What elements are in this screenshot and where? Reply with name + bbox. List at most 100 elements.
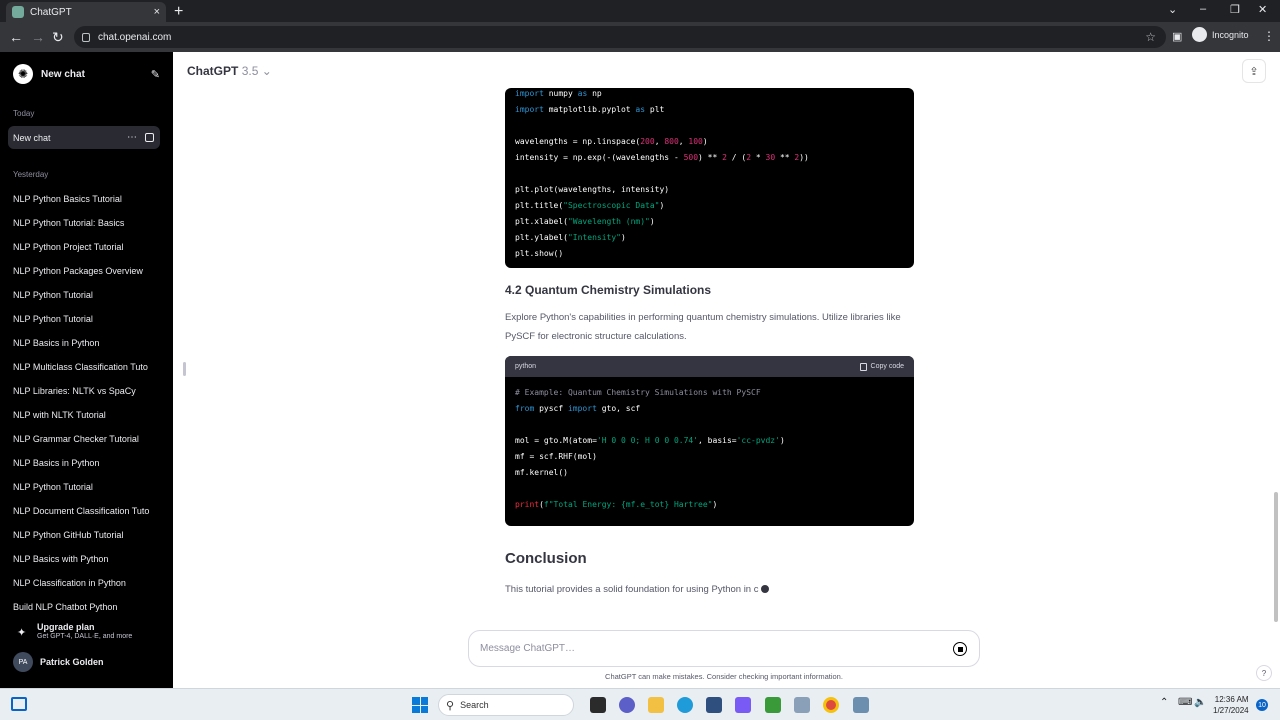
help-button[interactable]: ? xyxy=(1256,665,1272,681)
chat-main: ChatGPT 3.5 ⌄ ⇪ import numpy as np impor… xyxy=(173,52,1280,688)
code-line: print(f"Total Energy: {mf.e_tot} Hartree… xyxy=(515,500,718,509)
conclusion-heading: Conclusion xyxy=(505,550,587,567)
edit-icon[interactable]: ✎ xyxy=(151,68,160,81)
code-header: python Copy code xyxy=(505,356,914,377)
chat-history-item[interactable]: NLP Basics with Python xyxy=(13,552,153,576)
code-language-label: python xyxy=(515,363,537,370)
chat-history-item[interactable]: NLP Python GitHub Tutorial xyxy=(13,528,153,552)
terminal-icon[interactable] xyxy=(590,697,606,713)
tab-close-icon[interactable]: × xyxy=(154,6,160,18)
new-tab-button[interactable]: + xyxy=(174,3,183,21)
share-button[interactable]: ⇪ xyxy=(1242,59,1266,83)
clipboard-icon xyxy=(859,362,867,371)
search-icon: ⚲ xyxy=(446,699,455,712)
spreadsheet-app-icon[interactable] xyxy=(765,697,781,713)
edge-browser-icon[interactable] xyxy=(677,697,693,713)
chat-history-item[interactable]: NLP Libraries: NLTK vs SpaCy xyxy=(13,384,153,408)
browser-toolbar: ← → ↻ chat.openai.com ☆ ▣ Incognito ⋮ xyxy=(0,22,1280,52)
system-clock[interactable]: 12:36 AM 1/27/2024 xyxy=(1213,694,1249,716)
active-chat-label: New chat xyxy=(13,132,51,143)
scrollbar[interactable] xyxy=(1274,492,1278,622)
chevron-down-icon: ⌄ xyxy=(261,64,272,78)
chat-history-item[interactable]: NLP with NLTK Tutorial xyxy=(13,408,153,432)
drawing-app-icon[interactable] xyxy=(794,697,810,713)
clock-time: 12:36 AM xyxy=(1214,695,1249,704)
chat-history-item[interactable]: NLP Multiclass Classification Tuto xyxy=(13,360,153,384)
search-label: Search xyxy=(460,700,489,710)
archive-icon[interactable] xyxy=(145,133,154,142)
user-menu[interactable]: PA Patrick Golden xyxy=(13,652,104,672)
code-line: import matplotlib.pyplot as plt xyxy=(515,105,665,114)
minimize-icon[interactable]: – xyxy=(1200,3,1206,15)
volume-icon[interactable]: 🔈 xyxy=(1194,697,1206,708)
back-icon[interactable]: ← xyxy=(9,29,23,45)
model-version: 3.5 xyxy=(241,64,259,78)
clock-date: 1/27/2024 xyxy=(1213,706,1249,715)
code-line: plt.show() xyxy=(515,249,564,258)
notification-badge[interactable]: 10 xyxy=(1256,699,1268,711)
copy-code-label: Copy code xyxy=(870,363,904,370)
reload-icon[interactable]: ↻ xyxy=(52,29,64,46)
code-line: # Example: Quantum Chemistry Simulations… xyxy=(515,388,761,397)
model-name: ChatGPT xyxy=(187,64,239,78)
chat-history-item[interactable]: NLP Python Tutorial xyxy=(13,480,153,504)
model-selector[interactable]: ChatGPT 3.5 ⌄ xyxy=(187,64,272,78)
chat-history-item[interactable]: NLP Python Tutorial xyxy=(13,288,153,312)
chat-history-item[interactable]: Build NLP Chatbot Python xyxy=(13,600,153,624)
chat-history-item[interactable]: NLP Basics in Python xyxy=(13,456,153,480)
chat-history-item[interactable]: NLP Basics in Python xyxy=(13,336,153,360)
tab-search-chevron-icon[interactable]: ⌄ xyxy=(1168,3,1177,16)
browser-tab-strip: ChatGPT × + ⌄ – ❐ ✕ xyxy=(0,0,1280,22)
tray-chevron-up-icon[interactable]: ⌃ xyxy=(1160,697,1168,708)
upgrade-plan-button[interactable]: ✦ Upgrade plan Get GPT-4, DALL·E, and mo… xyxy=(17,622,132,640)
chat-history-item[interactable]: NLP Python Project Tutorial xyxy=(13,240,153,264)
close-window-icon[interactable]: ✕ xyxy=(1258,3,1267,16)
restore-icon[interactable]: ❐ xyxy=(1230,3,1240,16)
chat-history-item[interactable]: NLP Grammar Checker Tutorial xyxy=(13,432,153,456)
conclusion-text-content: This tutorial provides a solid foundatio… xyxy=(505,584,759,595)
sparkle-icon: ✦ xyxy=(17,627,27,639)
chat-history-item[interactable]: NLP Python Tutorial: Basics xyxy=(13,216,153,240)
copy-code-button[interactable]: Copy code xyxy=(859,362,904,371)
taskbar-search[interactable]: ⚲ Search xyxy=(438,694,574,716)
side-panel-icon[interactable]: ▣ xyxy=(1172,30,1182,43)
chat-history-item[interactable]: NLP Python Basics Tutorial xyxy=(13,192,153,216)
url-text: chat.openai.com xyxy=(98,31,172,43)
browser-menu-icon[interactable]: ⋮ xyxy=(1263,29,1275,43)
chat-history-item[interactable]: NLP Python Tutorial xyxy=(13,312,153,336)
file-explorer-icon[interactable] xyxy=(648,697,664,713)
code-block-numpy: import numpy as np import matplotlib.pyp… xyxy=(505,88,914,268)
site-info-icon[interactable] xyxy=(82,32,90,42)
forward-icon[interactable]: → xyxy=(31,29,45,45)
section-heading: 4.2 Quantum Chemistry Simulations xyxy=(505,283,712,297)
incognito-label: Incognito xyxy=(1212,29,1249,40)
windows-start-icon[interactable] xyxy=(412,697,428,713)
sidebar-toggle-handle[interactable] xyxy=(183,362,186,376)
browser-tab[interactable]: ChatGPT × xyxy=(6,2,166,22)
chat-history-item[interactable]: NLP Classification in Python xyxy=(13,576,153,600)
active-chat-item[interactable]: New chat ⋯ xyxy=(8,126,160,149)
stop-generating-button[interactable] xyxy=(953,642,967,656)
message-input-placeholder[interactable]: Message ChatGPT… xyxy=(480,643,575,654)
chat-history-item[interactable]: NLP Document Classification Tuto xyxy=(13,504,153,528)
code-line: plt.title("Spectroscopic Data") xyxy=(515,201,665,210)
vpn-app-icon[interactable] xyxy=(735,697,751,713)
bookmark-star-icon[interactable]: ☆ xyxy=(1145,30,1156,44)
chrome-icon[interactable] xyxy=(823,697,839,713)
store-icon[interactable] xyxy=(706,697,722,713)
new-chat-button[interactable]: ✺ New chat ✎ xyxy=(8,62,160,86)
incognito-indicator[interactable]: Incognito xyxy=(1192,27,1249,42)
network-icon[interactable]: ⌨ xyxy=(1178,697,1192,708)
chat-history-item[interactable]: NLP Python Packages Overview xyxy=(13,264,153,288)
stop-icon xyxy=(957,646,963,652)
taskview-icon[interactable] xyxy=(11,697,27,711)
section-paragraph: Explore Python's capabilities in perform… xyxy=(505,312,901,342)
more-options-icon[interactable]: ⋯ xyxy=(127,132,137,143)
address-bar[interactable]: chat.openai.com ☆ xyxy=(74,26,1166,48)
conclusion-text: This tutorial provides a solid foundatio… xyxy=(505,584,770,595)
message-composer[interactable]: Message ChatGPT… xyxy=(468,630,980,667)
tab-title: ChatGPT xyxy=(30,6,72,18)
monitor-app-icon[interactable] xyxy=(853,697,869,713)
chatgpt-favicon-icon xyxy=(12,6,24,18)
chat-app-icon[interactable] xyxy=(619,697,635,713)
